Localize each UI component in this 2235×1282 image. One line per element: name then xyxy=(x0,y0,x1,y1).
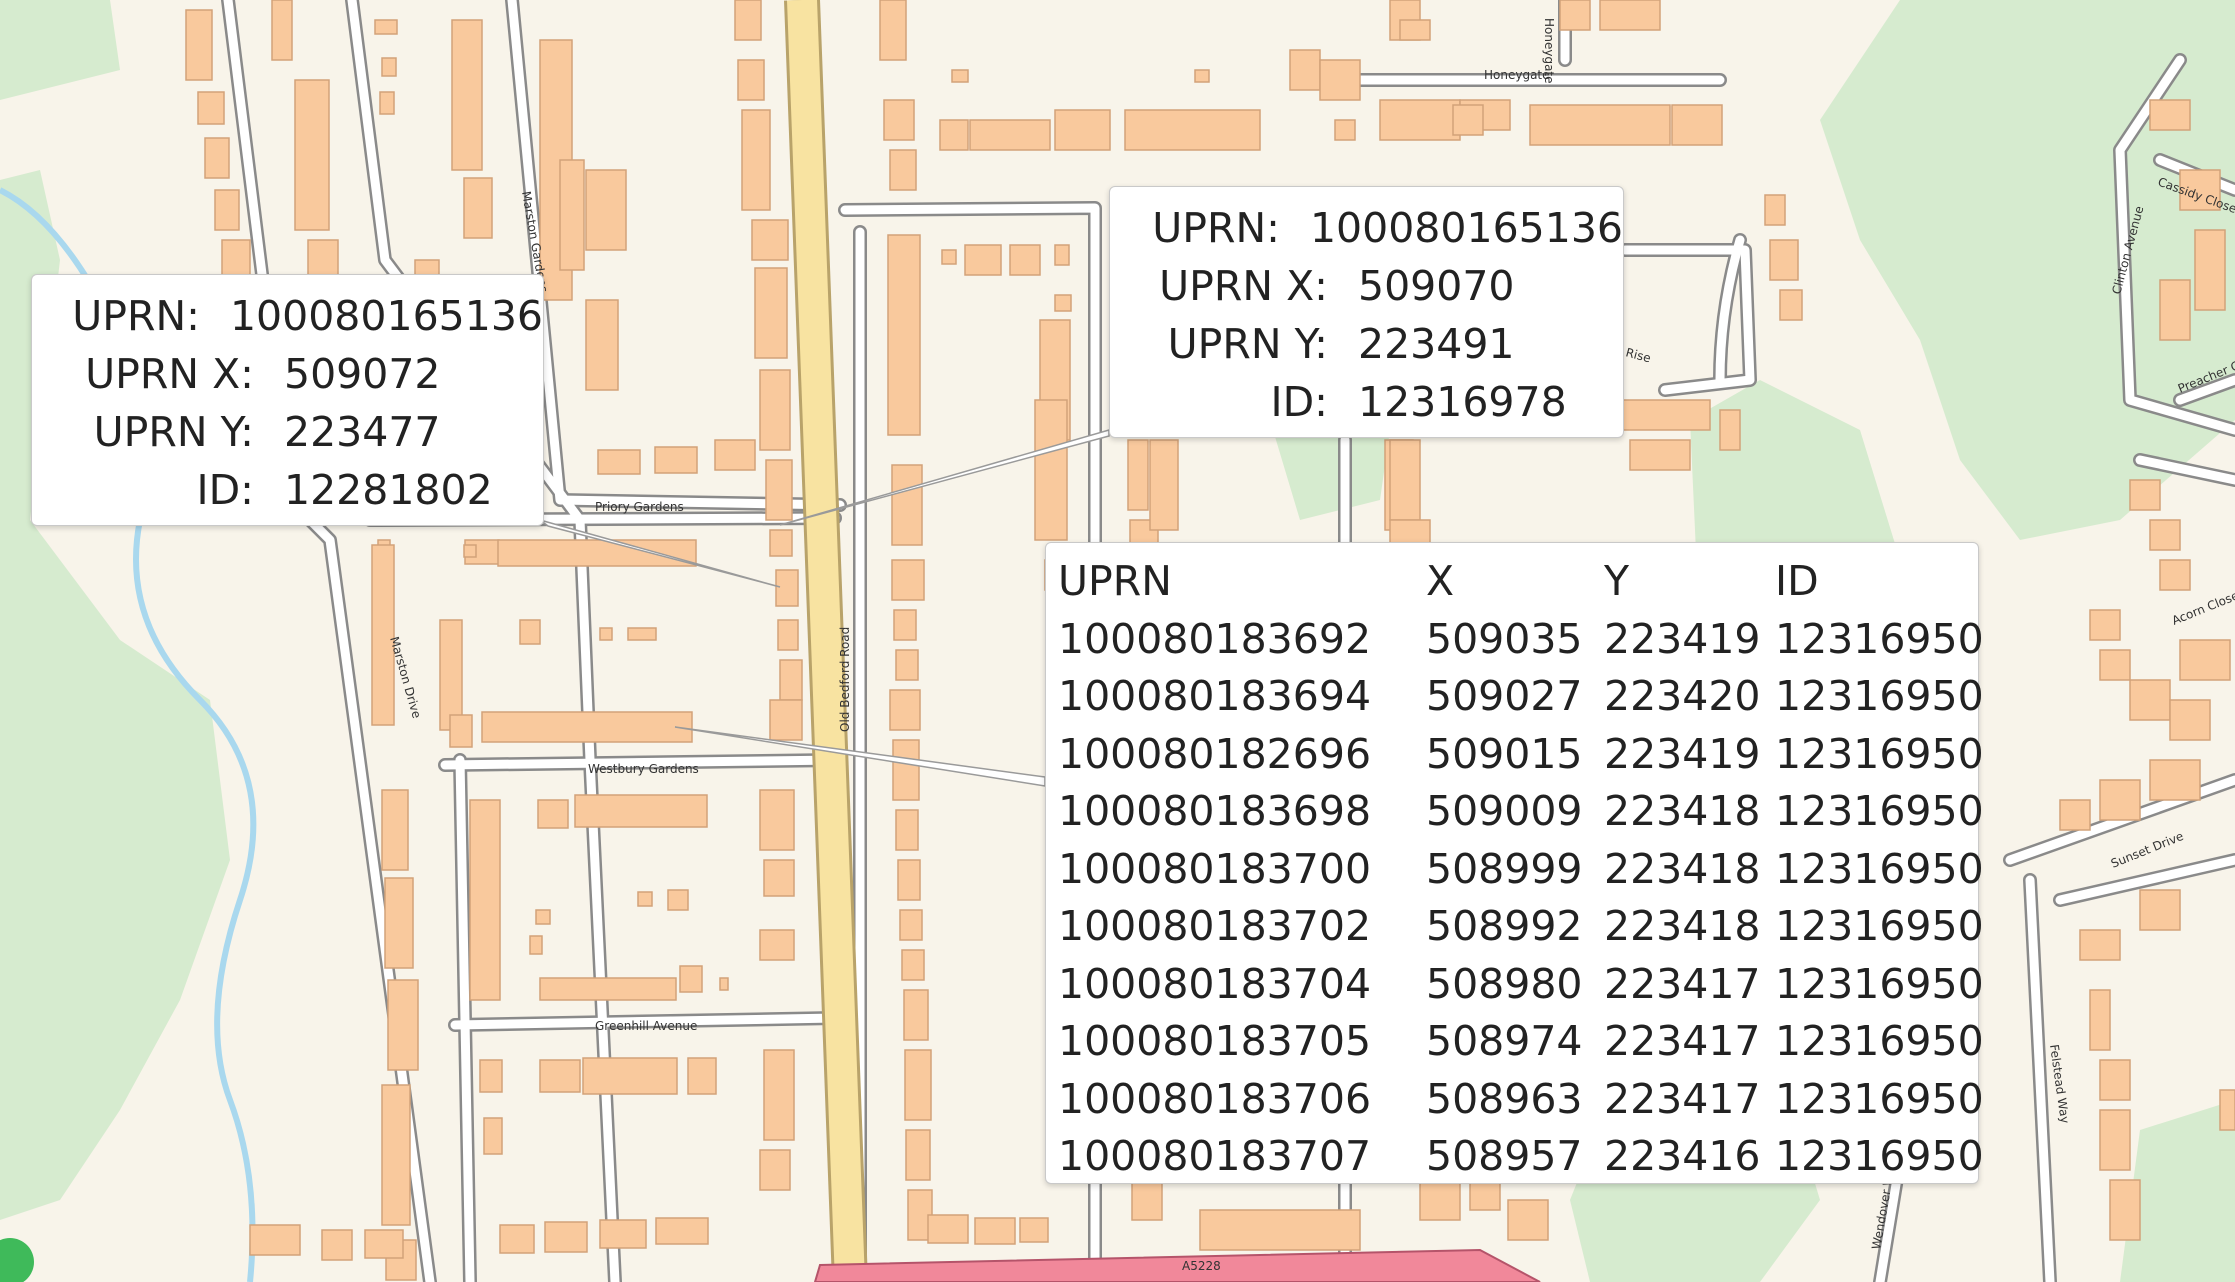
table-row: 100080183694 509027 223420 12316950 xyxy=(1058,668,1984,726)
popup-row: ID: 12316978 xyxy=(1110,373,1623,431)
table-row: 100080183702 508992 223418 12316950 xyxy=(1058,898,1984,956)
table-row: 100080182696 509015 223419 12316950 xyxy=(1058,726,1984,784)
table-row: 100080183704 508980 223417 12316950 xyxy=(1058,956,1984,1014)
popup-label: UPRN X: xyxy=(1159,262,1328,310)
popup-value: 223477 xyxy=(284,408,441,456)
street-label-honeygate: Honeygate xyxy=(1484,68,1550,82)
column-header-id: ID xyxy=(1775,557,1819,605)
popup-label: UPRN Y: xyxy=(1167,320,1328,368)
cell-uprn: 100080183706 xyxy=(1058,1074,1372,1123)
cell-x: 509027 xyxy=(1426,672,1583,720)
street-label-greenhill-avenue: Greenhill Avenue xyxy=(595,1019,697,1033)
cell-id: 12316950 xyxy=(1775,959,1984,1008)
column-header-x: X xyxy=(1426,557,1455,605)
cell-id: 12316950 xyxy=(1775,1132,1984,1180)
cell-id: 12316950 xyxy=(1775,672,1984,720)
cell-x: 509035 xyxy=(1426,614,1583,663)
popup-row: ID: 12281802 xyxy=(32,461,543,519)
cell-y: 223420 xyxy=(1604,672,1761,720)
street-label-westbury-gardens: Westbury Gardens xyxy=(588,762,699,776)
cell-y: 223417 xyxy=(1604,959,1761,1008)
cell-uprn: 100080183698 xyxy=(1058,787,1372,835)
cell-id: 12316950 xyxy=(1775,614,1984,663)
cell-x: 509009 xyxy=(1426,787,1583,835)
popup-label: UPRN X: xyxy=(85,350,254,398)
popup-value: 509070 xyxy=(1358,262,1515,310)
street-label-priory-gardens: Priory Gardens xyxy=(595,500,684,514)
cell-id: 12316950 xyxy=(1775,787,1984,835)
popup-row: UPRN: 100080165136 xyxy=(1110,199,1623,257)
cell-y: 223417 xyxy=(1604,1017,1761,1065)
cell-uprn: 100080183705 xyxy=(1058,1017,1372,1065)
popup-value: 509072 xyxy=(284,350,441,398)
cell-id: 12316950 xyxy=(1775,902,1984,950)
cell-x: 508974 xyxy=(1426,1017,1583,1065)
table-row: 100080183706 508963 223417 12316950 xyxy=(1058,1071,1984,1129)
cell-uprn: 100080182696 xyxy=(1058,729,1372,778)
popup-value: 12281802 xyxy=(284,466,493,514)
street-label-a5228: A5228 xyxy=(1182,1259,1221,1273)
cell-y: 223418 xyxy=(1604,844,1761,893)
popup-row: UPRN Y: 223477 xyxy=(32,403,543,461)
cell-id: 12316950 xyxy=(1775,1074,1984,1123)
popup-row: UPRN X: 509070 xyxy=(1110,257,1623,315)
cell-uprn: 100080183704 xyxy=(1058,959,1372,1008)
cell-x: 508999 xyxy=(1426,844,1583,893)
table-row: 100080183692 509035 223419 12316950 xyxy=(1058,611,1984,669)
popup-label: ID: xyxy=(1270,378,1328,426)
cell-uprn: 100080183702 xyxy=(1058,902,1372,950)
cell-uprn: 100080183694 xyxy=(1058,672,1372,720)
popup-value: 12316978 xyxy=(1358,378,1567,426)
cell-y: 223416 xyxy=(1604,1132,1761,1180)
cell-x: 508980 xyxy=(1426,959,1583,1008)
cell-y: 223419 xyxy=(1604,729,1761,778)
cell-y: 223417 xyxy=(1604,1074,1761,1123)
popup-value: 100080165136 xyxy=(1309,204,1623,252)
popup-label: UPRN: xyxy=(72,292,200,340)
cell-x: 508957 xyxy=(1426,1132,1583,1180)
uprn-table-popup: UPRN X Y ID 100080183692 509035 223419 1231… xyxy=(1045,542,1984,1186)
cell-y: 223419 xyxy=(1604,614,1761,663)
cell-x: 508963 xyxy=(1426,1074,1583,1123)
cell-uprn: 100080183707 xyxy=(1058,1132,1372,1180)
cell-uprn: 100080183700 xyxy=(1058,844,1372,893)
popup-label: UPRN Y: xyxy=(93,408,254,456)
table-row: 100080183707 508957 223416 12316950 xyxy=(1058,1128,1984,1186)
column-header-y: Y xyxy=(1604,557,1630,605)
cell-id: 12316950 xyxy=(1775,729,1984,778)
uprn-popup-left: UPRN: 100080165136 UPRN X: 509072 UPRN Y: 2… xyxy=(31,274,544,526)
cell-x: 508992 xyxy=(1426,902,1583,950)
popup-row: UPRN Y: 223491 xyxy=(1110,315,1623,373)
uprn-popup-middle: UPRN: 100080165136 UPRN X: 509070 UPRN Y: 2… xyxy=(1109,186,1624,438)
popup-value: 100080165136 xyxy=(229,292,543,340)
table-row: 100080183698 509009 223418 12316950 xyxy=(1058,783,1984,841)
table-row: 100080183705 508974 223417 12316950 xyxy=(1058,1013,1984,1071)
popup-row: UPRN X: 509072 xyxy=(32,345,543,403)
popup-value: 223491 xyxy=(1358,320,1515,368)
popup-label: UPRN: xyxy=(1152,204,1280,252)
cell-x: 509015 xyxy=(1426,729,1583,778)
popup-label: ID: xyxy=(196,466,254,514)
cell-id: 12316950 xyxy=(1775,844,1984,893)
table-body: 100080183692 509035 223419 12316950 10008018… xyxy=(1058,611,1984,1186)
table-row: 100080183700 508999 223418 12316950 xyxy=(1058,841,1984,899)
popup-row: UPRN: 100080165136 xyxy=(32,287,543,345)
cell-y: 223418 xyxy=(1604,787,1761,835)
cell-uprn: 100080183692 xyxy=(1058,614,1372,663)
cell-y: 223418 xyxy=(1604,902,1761,950)
column-header-uprn: UPRN xyxy=(1058,557,1172,605)
cell-id: 12316950 xyxy=(1775,1017,1984,1065)
table-header-row: UPRN X Y ID xyxy=(1058,553,1978,611)
street-label-old-bedford-road: Old Bedford Road xyxy=(838,627,852,732)
